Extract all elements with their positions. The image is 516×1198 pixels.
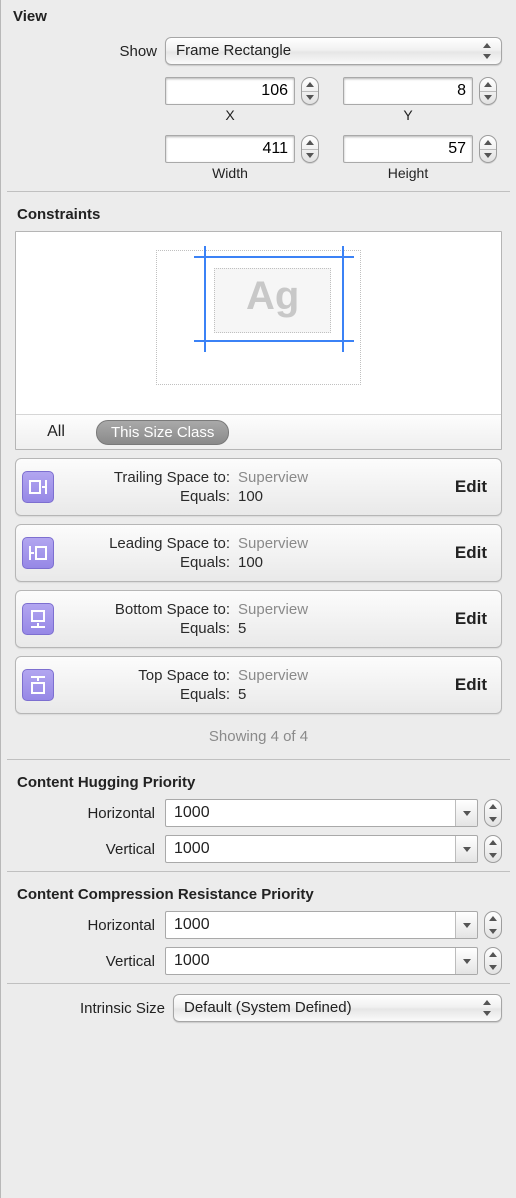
height-label: Height	[388, 163, 428, 181]
constraint-edit-button[interactable]: Edit	[451, 609, 491, 629]
chevrons-icon	[481, 999, 493, 1017]
constraint-row[interactable]: Leading Space to:SuperviewEquals:100Edit	[15, 524, 502, 582]
hugging-h-label: Horizontal	[15, 805, 165, 822]
hugging-h-stepper[interactable]	[484, 799, 502, 827]
intrinsic-popup[interactable]: Default (System Defined)	[173, 994, 502, 1022]
hugging-h-combo[interactable]: 1000	[165, 799, 478, 827]
hugging-v-combo[interactable]: 1000	[165, 835, 478, 863]
constraint-text: Bottom Space to:SuperviewEquals:5	[60, 601, 451, 637]
diagram-placeholder: Ag	[246, 274, 299, 319]
seg-all[interactable]: All	[16, 423, 96, 441]
constraint-edit-button[interactable]: Edit	[451, 675, 491, 695]
constraint-bottom-icon	[22, 603, 54, 635]
constraint-leading-icon	[22, 537, 54, 569]
constraint-text: Trailing Space to:SuperviewEquals:100	[60, 469, 451, 505]
section-hugging-title: Content Hugging Priority	[5, 764, 512, 795]
x-stepper[interactable]	[301, 77, 319, 105]
show-popup[interactable]: Frame Rectangle	[165, 37, 502, 65]
compression-h-label: Horizontal	[15, 917, 165, 934]
constraint-top-icon	[22, 669, 54, 701]
intrinsic-label: Intrinsic Size	[15, 1000, 173, 1017]
constraint-row[interactable]: Trailing Space to:SuperviewEquals:100Edi…	[15, 458, 502, 516]
constraints-showing: Showing 4 of 4	[5, 714, 512, 755]
intrinsic-value: Default (System Defined)	[184, 999, 352, 1016]
constraint-edit-button[interactable]: Edit	[451, 543, 491, 563]
compression-v-combo[interactable]: 1000	[165, 947, 478, 975]
show-value: Frame Rectangle	[176, 42, 291, 59]
width-field[interactable]	[165, 135, 295, 163]
constraint-edit-button[interactable]: Edit	[451, 477, 491, 497]
compression-v-label: Vertical	[15, 953, 165, 970]
constraint-text: Top Space to:SuperviewEquals:5	[60, 667, 451, 703]
constraint-trailing-icon	[22, 471, 54, 503]
constraint-row[interactable]: Bottom Space to:SuperviewEquals:5Edit	[15, 590, 502, 648]
constraints-diagram-card: Ag All This Size Class	[15, 231, 502, 450]
compression-v-stepper[interactable]	[484, 947, 502, 975]
constraint-text: Leading Space to:SuperviewEquals:100	[60, 535, 451, 571]
hugging-v-stepper[interactable]	[484, 835, 502, 863]
chevron-down-icon	[455, 836, 477, 862]
x-label: X	[225, 105, 234, 123]
y-label: Y	[403, 105, 412, 123]
compression-h-combo[interactable]: 1000	[165, 911, 478, 939]
section-constraints-title: Constraints	[5, 196, 512, 227]
width-stepper[interactable]	[301, 135, 319, 163]
seg-this-size-class[interactable]: This Size Class	[96, 420, 229, 445]
y-stepper[interactable]	[479, 77, 497, 105]
y-field[interactable]	[343, 77, 473, 105]
section-compression-title: Content Compression Resistance Priority	[5, 876, 512, 907]
chevrons-icon	[481, 42, 493, 60]
x-field[interactable]	[165, 77, 295, 105]
constraint-row[interactable]: Top Space to:SuperviewEquals:5Edit	[15, 656, 502, 714]
chevron-down-icon	[455, 912, 477, 938]
chevron-down-icon	[455, 948, 477, 974]
section-view-title: View	[5, 0, 512, 31]
constraints-diagram[interactable]: Ag	[16, 232, 501, 414]
compression-h-stepper[interactable]	[484, 911, 502, 939]
height-field[interactable]	[343, 135, 473, 163]
chevron-down-icon	[455, 800, 477, 826]
show-label: Show	[15, 43, 165, 60]
width-label: Width	[212, 163, 248, 181]
hugging-v-label: Vertical	[15, 841, 165, 858]
height-stepper[interactable]	[479, 135, 497, 163]
